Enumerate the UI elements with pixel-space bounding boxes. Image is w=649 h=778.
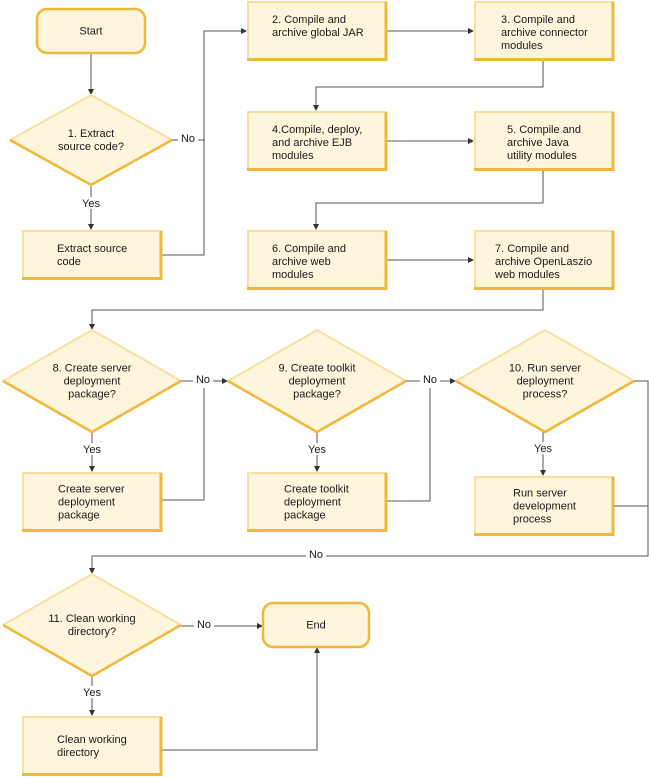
edge-p8-merge [162,388,205,501]
edge-label-no: No [423,374,437,386]
node-label-line: Clean working [57,734,127,746]
node-label-line: archive global JAR [272,27,364,39]
node-label-line: modules [272,269,314,281]
node-p7: 7. Compile andarchive OpenLaszioweb modu… [474,230,615,290]
node-label-line: 4.Compile, deploy, [272,124,362,136]
node-p9: Create toolkitdeploymentpackage [247,472,388,532]
node-p2: 2. Compile andarchive global JAR [247,1,388,61]
node-label-line: archive connector [501,27,588,39]
node-start: Start [35,7,147,55]
node-label-line: modules [501,40,543,52]
node-label-line: deployment [64,376,121,388]
edge-label-no: No [309,549,323,561]
node-label-line: directory? [68,626,116,638]
node-label-line: utility modules [507,150,577,162]
node-label-line: web modules [494,269,560,281]
node-label-line: process [513,514,552,526]
node-label-line: 8. Create server [53,363,132,375]
node-label-line: directory [57,747,100,759]
node-label-line: 7. Compile and [495,243,569,255]
process-box [22,716,162,776]
process-box [22,230,162,280]
edge-label-yes: Yes [82,198,100,210]
node-label-line: 3. Compile and [501,14,575,26]
node-label-line: source code? [58,141,124,153]
edge-extract-p2 [162,28,247,256]
node-d1: 1. Extractsource code? [9,93,173,187]
edge-label-no: No [197,619,211,631]
decision-diamond [3,574,181,676]
node-label-line: Start [79,26,102,38]
decision-diamond [10,95,172,185]
node-label-line: code [57,256,81,268]
node-label-line: deployment [289,376,346,388]
node-label-line: deployment [517,376,574,388]
node-label-line: End [306,620,326,632]
node-label-line: deployment [284,497,341,509]
node-d11: 11. Clean workingdirectory? [2,572,182,678]
node-label-line: archive OpenLaszio [495,256,592,268]
node-label-line: 6. Compile and [272,243,346,255]
node-label-line: process? [523,389,568,401]
node-label-line: development [513,501,576,513]
node-label-line: package? [68,389,116,401]
node-p5: 5. Compile andarchive Javautility module… [474,111,615,171]
node-end: End [261,601,371,649]
node-p_extract: Extract sourcecode [22,230,163,280]
edge-label-no: No [181,133,195,145]
node-p4: 4.Compile, deploy,and archive EJBmodules [247,111,388,171]
node-label-line: 1. Extract [68,128,114,140]
node-d10: 10. Run serverdeploymentprocess? [455,328,635,434]
node-label-line: Create toolkit [284,484,349,496]
node-label-line: package [58,510,100,522]
node-p10: Run serverdevelopmentprocess [474,476,615,536]
edge-label-yes: Yes [534,443,552,455]
edge-label-yes: Yes [308,444,326,456]
node-label-line: 10. Run server [509,363,581,375]
edge-p7-d8 [89,290,544,330]
node-label-line: Extract source [57,243,127,255]
edge-p3-p4 [313,61,544,111]
node-label-line: archive web [272,256,331,268]
node-label-line: 5. Compile and [507,124,581,136]
flowchart: Yes No Yes No Yes No Yes No Yes No Start 1. Extrac… [2,1,649,776]
edge-p9-merge [387,388,431,502]
node-label-line: Run server [513,488,567,500]
node-label-line: package [284,510,326,522]
node-label-line: modules [272,150,314,162]
node-p6: 6. Compile andarchive webmodules [247,230,388,290]
edge-label-yes: Yes [83,444,101,456]
node-label-line: Create server [58,484,125,496]
node-label-line: and archive EJB [272,137,352,149]
node-p8: Create serverdeploymentpackage [22,472,163,532]
edge-p5-p6 [313,171,544,230]
node-label-line: 2. Compile and [272,14,346,26]
node-label-line: deployment [58,497,115,509]
node-p11: Clean workingdirectory [22,716,163,776]
node-label-line: package? [293,389,341,401]
node-p3: 3. Compile andarchive connectormodules [474,1,615,61]
node-d8: 8. Create serverdeploymentpackage? [2,328,182,434]
node-d9: 9. Create toolkitdeploymentpackage? [227,328,407,434]
node-label-line: 11. Clean working [48,613,135,625]
node-label-line: archive Java [507,137,570,149]
node-label-line: 9. Create toolkit [278,363,355,375]
edge-label-no: No [196,374,210,386]
edge-label-yes: Yes [83,687,101,699]
edge-p11-end [162,647,320,751]
